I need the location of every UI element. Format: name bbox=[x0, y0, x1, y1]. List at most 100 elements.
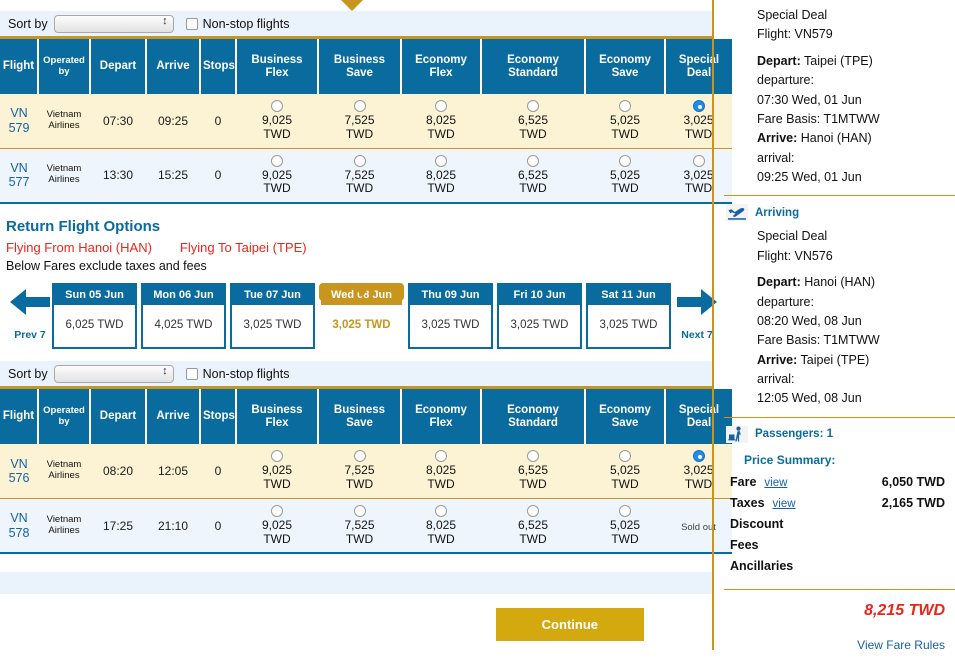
sidebar-passengers-section: Passengers: 1 Price Summary: Fare view 6,0… bbox=[724, 418, 955, 660]
fare-currency: TWD bbox=[345, 181, 374, 196]
outbound-fare-cell[interactable]: 7,525 TWD bbox=[318, 148, 401, 204]
col-operated-by: Operated by bbox=[38, 39, 91, 94]
inbound-fare-cell[interactable]: 9,025 TWD bbox=[236, 444, 318, 499]
outbound-nonstop-toggle[interactable]: Non-stop flights bbox=[185, 17, 289, 31]
date-option-card[interactable]: Sun 05 Jun 6,025 TWD bbox=[52, 283, 137, 350]
fare-radio[interactable] bbox=[692, 100, 705, 112]
outbound-depart: 13:30 bbox=[90, 148, 146, 204]
fare-radio[interactable] bbox=[353, 100, 366, 112]
inbound-fare-cell[interactable]: 8,025 TWD bbox=[401, 444, 481, 499]
arriving-departure-label: departure: bbox=[757, 294, 814, 309]
date-option-card[interactable]: Mon 06 Jun 4,025 TWD bbox=[141, 283, 226, 350]
price-summary-view-link[interactable]: view bbox=[773, 498, 796, 510]
fare-radio[interactable] bbox=[353, 450, 366, 463]
fare-radio[interactable] bbox=[435, 504, 447, 517]
fare-radio[interactable] bbox=[527, 504, 539, 517]
arriving-arrive-value: Taipei (TPE) bbox=[800, 352, 870, 367]
inbound-nonstop-checkbox[interactable] bbox=[185, 367, 198, 380]
col-economy-standard: Economy Standard bbox=[481, 39, 586, 94]
departing-arrive-row: Arrive: Hanoi (HAN) bbox=[757, 129, 955, 148]
fare-radio[interactable] bbox=[353, 504, 366, 517]
departing-fare-basis: Fare Basis: T1MTWW bbox=[757, 111, 880, 126]
inbound-fare-cell[interactable]: 8,025 TWD bbox=[401, 498, 481, 554]
outbound-nonstop-checkbox[interactable] bbox=[185, 17, 198, 30]
arriving-flight: Flight: VN576 bbox=[757, 248, 833, 263]
inbound-stops: 0 bbox=[200, 444, 236, 499]
outbound-sort-bar: Sort by Non-stop flights bbox=[0, 11, 712, 39]
fare-radio[interactable] bbox=[527, 450, 539, 463]
outbound-fare-cell[interactable]: 7,525 TWD bbox=[318, 94, 401, 149]
inbound-fare-cell[interactable]: 7,525 TWD bbox=[318, 498, 401, 554]
date-option-card[interactable]: Tue 07 Jun 3,025 TWD bbox=[230, 283, 315, 350]
date-option-price: 3,025 TWD bbox=[243, 319, 302, 332]
fare-amount: 8,025 bbox=[425, 113, 457, 127]
fare-amount: 9,025 bbox=[261, 113, 293, 127]
fare-radio[interactable] bbox=[619, 450, 631, 463]
fare-radio[interactable] bbox=[271, 100, 283, 112]
col-depart: Depart bbox=[90, 39, 147, 94]
inbound-depart: 08:20 bbox=[90, 444, 146, 499]
fare-radio[interactable] bbox=[692, 154, 705, 167]
inbound-flight-number[interactable]: VN 578 bbox=[0, 498, 38, 554]
continue-button[interactable]: Continue bbox=[495, 608, 644, 642]
price-summary-value: 2,165 TWD bbox=[881, 495, 945, 510]
inbound-operator: Vietnam Airlines bbox=[38, 498, 90, 554]
fare-amount: 8,025 bbox=[425, 167, 457, 182]
fare-amount: 7,525 bbox=[344, 463, 375, 478]
fare-radio[interactable] bbox=[527, 154, 539, 167]
date-option-card[interactable]: Sat 11 Jun 3,025 TWD bbox=[586, 283, 671, 350]
price-summary-rows: Fare view 6,050 TWD Taxes view 2,165 TWD Disco… bbox=[724, 475, 955, 573]
fare-radio[interactable] bbox=[353, 154, 366, 167]
arriving-depart-value: Hanoi (HAN) bbox=[804, 275, 876, 290]
fare-currency: TWD bbox=[263, 126, 291, 141]
prev-7-days-button[interactable]: Prev 7 bbox=[8, 283, 52, 341]
inbound-fare-cell[interactable]: 9,025 TWD bbox=[236, 498, 318, 554]
departing-depart-value: Taipei (TPE) bbox=[804, 53, 873, 68]
outbound-fare-cell[interactable]: 6,525 TWD bbox=[481, 148, 585, 204]
departing-arrive-value: Hanoi (HAN) bbox=[800, 131, 872, 146]
fare-radio[interactable] bbox=[435, 154, 447, 167]
fare-radio[interactable] bbox=[527, 100, 539, 112]
outbound-flight-number[interactable]: VN 579 bbox=[0, 94, 38, 149]
fare-radio[interactable] bbox=[271, 450, 283, 463]
date-option-card[interactable]: Thu 09 Jun 3,025 TWD bbox=[408, 283, 493, 350]
fare-radio[interactable] bbox=[619, 154, 631, 167]
outbound-fare-cell[interactable]: 9,025 TWD bbox=[236, 148, 318, 204]
inbound-flight-number[interactable]: VN 576 bbox=[0, 444, 38, 499]
fare-radio[interactable] bbox=[271, 504, 283, 517]
fare-radio[interactable] bbox=[271, 154, 283, 167]
outbound-fare-cell[interactable]: 8,025 TWD bbox=[401, 148, 481, 204]
fare-radio[interactable] bbox=[692, 450, 705, 463]
date-option-card[interactable]: Wed 08 Jun 3,025 TWD bbox=[319, 283, 404, 331]
inbound-fare-cell[interactable]: 6,525 TWD bbox=[481, 498, 585, 554]
fare-radio[interactable] bbox=[619, 504, 631, 517]
table-row: VN 576 Vietnam Airlines 08:20 12:05 0 9,025 TWD 7… bbox=[0, 444, 732, 499]
inbound-fare-cell[interactable]: 6,525 TWD bbox=[481, 444, 585, 499]
outbound-fare-cell[interactable]: 5,025 TWD bbox=[585, 148, 665, 204]
outbound-fare-cell[interactable]: 9,025 TWD bbox=[236, 94, 318, 149]
outbound-flight-number[interactable]: VN 577 bbox=[0, 148, 38, 204]
inbound-fare-cell[interactable]: 5,025 TWD bbox=[585, 444, 665, 499]
col-operated-by-in: Operated by bbox=[38, 389, 91, 445]
fare-currency: TWD bbox=[345, 531, 374, 546]
inbound-fare-cell[interactable]: 5,025 TWD bbox=[585, 498, 665, 554]
outbound-fare-cell[interactable]: 5,025 TWD bbox=[585, 94, 665, 149]
inbound-sort-select[interactable] bbox=[53, 364, 174, 383]
fare-radio[interactable] bbox=[435, 100, 447, 112]
outbound-fare-cell[interactable]: 6,525 TWD bbox=[481, 94, 585, 149]
inbound-stops: 0 bbox=[200, 498, 236, 554]
outbound-fare-cell[interactable]: 8,025 TWD bbox=[401, 94, 481, 149]
fare-currency: TWD bbox=[345, 126, 374, 141]
price-summary-view-link[interactable]: view bbox=[764, 477, 787, 489]
fare-radio[interactable] bbox=[435, 450, 447, 463]
inbound-fare-cell[interactable]: 7,525 TWD bbox=[318, 444, 401, 499]
date-option-day: Mon 06 Jun bbox=[143, 285, 224, 306]
date-option-price: 4,025 TWD bbox=[154, 319, 213, 332]
date-option-card[interactable]: Fri 10 Jun 3,025 TWD bbox=[497, 283, 582, 350]
outbound-sort-select[interactable] bbox=[53, 14, 174, 33]
fare-amount: 9,025 bbox=[261, 463, 293, 478]
fare-radio[interactable] bbox=[619, 100, 631, 112]
departing-depart-label: Depart: bbox=[757, 53, 801, 68]
inbound-nonstop-toggle[interactable]: Non-stop flights bbox=[185, 367, 289, 381]
fare-amount: 5,025 bbox=[609, 463, 641, 478]
